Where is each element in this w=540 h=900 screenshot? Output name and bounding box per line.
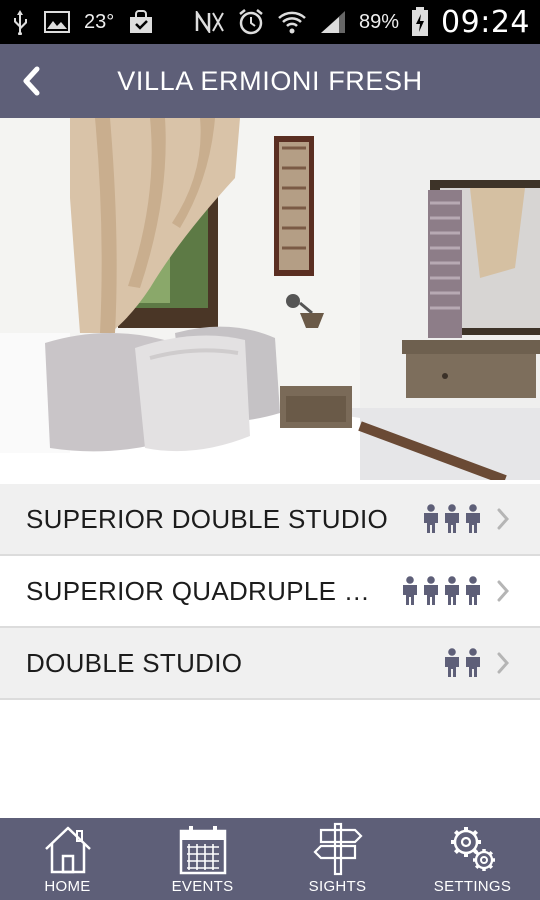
- person-icon: [424, 504, 438, 533]
- nav-home-label: HOME: [44, 878, 91, 895]
- nav-events-label: EVENTS: [171, 878, 234, 895]
- page-title: VILLA ERMIONI FRESH: [117, 65, 423, 96]
- usb-icon: [10, 9, 30, 35]
- nfc-icon: [195, 11, 225, 33]
- back-arrow-icon: [23, 66, 40, 96]
- guest-capacity: [443, 648, 482, 678]
- person-icon: [466, 576, 480, 605]
- hotel-room-photo: [0, 118, 540, 480]
- chevron-right-icon: [496, 579, 514, 603]
- guest-capacity: [422, 504, 482, 534]
- person-icon: [445, 648, 459, 677]
- person-icon: [424, 576, 438, 605]
- shopping-bag-icon: [128, 10, 154, 34]
- wifi-icon: [277, 9, 307, 35]
- person-icon: [445, 504, 459, 533]
- battery-charging-icon: [411, 7, 429, 37]
- nav-home[interactable]: HOME: [0, 818, 135, 900]
- room-row-double-studio[interactable]: DOUBLE STUDIO: [0, 628, 540, 700]
- room-name: SUPERIOR QUADRUPLE STUDIO: [26, 575, 386, 606]
- app-header: VILLA ERMIONI FRESH: [0, 44, 540, 118]
- guest-capacity: [401, 576, 482, 606]
- signal-icon: [319, 10, 347, 34]
- room-list: SUPERIOR DOUBLE STUDIO SUPERIOR QUADRUPL…: [0, 484, 540, 700]
- person-icon: [466, 648, 480, 677]
- chevron-right-icon: [496, 651, 514, 675]
- nav-settings-label: SETTINGS: [433, 878, 512, 895]
- nav-events[interactable]: EVENTS: [135, 818, 270, 900]
- person-icon: [403, 576, 417, 605]
- bottom-navigation: HOME EVENTS SIGHTS SETTINGS: [0, 818, 540, 900]
- temperature-text: 23°: [84, 10, 115, 33]
- home-icon: [44, 826, 91, 874]
- nav-settings[interactable]: SETTINGS: [405, 818, 540, 900]
- signpost-icon: [312, 822, 363, 876]
- room-name: SUPERIOR DOUBLE STUDIO: [26, 503, 388, 534]
- gallery-icon: [44, 11, 70, 33]
- room-name: DOUBLE STUDIO: [26, 647, 243, 678]
- room-row-superior-double-studio[interactable]: SUPERIOR DOUBLE STUDIO: [0, 484, 540, 556]
- room-row-superior-quadruple-studio[interactable]: SUPERIOR QUADRUPLE STUDIO: [0, 556, 540, 628]
- back-button[interactable]: [12, 62, 50, 100]
- gears-icon: [450, 827, 495, 871]
- person-icon: [445, 576, 459, 605]
- status-bar: 23° 89% 09:24: [0, 0, 540, 44]
- nav-sights-label: SIGHTS: [308, 878, 367, 895]
- nav-sights[interactable]: SIGHTS: [270, 818, 405, 900]
- battery-percent: 89%: [359, 10, 400, 33]
- alarm-icon: [237, 8, 265, 36]
- calendar-icon: [179, 826, 226, 875]
- chevron-right-icon: [496, 507, 514, 531]
- person-icon: [466, 504, 480, 533]
- clock-time: 09:24: [441, 4, 530, 40]
